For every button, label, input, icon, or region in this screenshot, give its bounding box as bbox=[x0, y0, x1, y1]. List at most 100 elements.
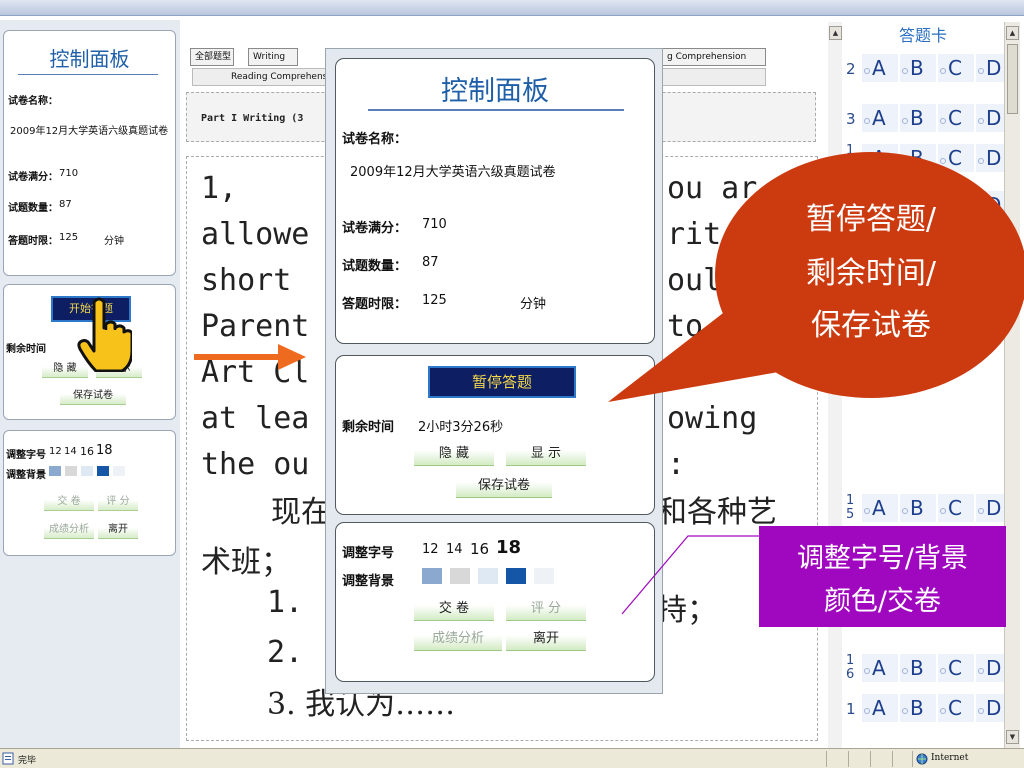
answer-option-c[interactable]: C bbox=[938, 104, 974, 132]
popup-show-button[interactable]: 显 示 bbox=[506, 442, 586, 466]
answer-option-c[interactable]: C bbox=[938, 494, 974, 522]
answer-option-b[interactable]: B bbox=[900, 494, 936, 522]
radio-icon[interactable] bbox=[978, 68, 984, 74]
answer-option-c[interactable]: C bbox=[938, 54, 974, 82]
font-size-12[interactable]: 12 bbox=[49, 446, 62, 457]
bg-swatch-gray[interactable] bbox=[65, 466, 77, 476]
popup-hide-button[interactable]: 隐 藏 bbox=[414, 442, 494, 466]
font-size-16[interactable]: 16 bbox=[80, 445, 94, 458]
popup-bg-swatch-lightblue[interactable] bbox=[478, 568, 498, 584]
answer-option-label: B bbox=[910, 106, 924, 130]
tab-all-types[interactable]: 全部题型 bbox=[190, 48, 234, 66]
radio-icon[interactable] bbox=[978, 708, 984, 714]
time-limit-label: 答题时限： bbox=[8, 236, 58, 247]
font-size-18[interactable]: 18 bbox=[96, 443, 113, 458]
answer-option-label: A bbox=[872, 106, 886, 130]
radio-icon[interactable] bbox=[902, 708, 908, 714]
question-count-label: 试题数量： bbox=[8, 203, 58, 214]
answer-option-b[interactable]: B bbox=[900, 54, 936, 82]
radio-icon[interactable] bbox=[902, 668, 908, 674]
radio-icon[interactable] bbox=[864, 508, 870, 514]
right-arrow-icon bbox=[194, 344, 306, 370]
popup-save-paper-button[interactable]: 保存试卷 bbox=[456, 474, 552, 498]
paper-name: 2009年12月大学英语六级真题试卷 bbox=[10, 126, 169, 137]
popup-title: 控制面板 bbox=[441, 76, 549, 107]
leave-button[interactable]: 离开 bbox=[98, 521, 138, 539]
answer-row-number: 1 bbox=[846, 493, 855, 508]
pause-answer-button[interactable]: 暂停答题 bbox=[428, 366, 576, 398]
answer-option-b[interactable]: B bbox=[900, 654, 936, 682]
radio-icon[interactable] bbox=[864, 68, 870, 74]
popup-bg-swatch-blue[interactable] bbox=[422, 568, 442, 584]
popup-font-size-12[interactable]: 12 bbox=[422, 542, 439, 557]
radio-icon[interactable] bbox=[902, 118, 908, 124]
answer-option-d[interactable]: D bbox=[976, 54, 1004, 82]
answer-option-d[interactable]: D bbox=[976, 144, 1004, 172]
popup-font-size-18[interactable]: 18 bbox=[496, 537, 521, 558]
answer-option-a[interactable]: A bbox=[862, 54, 898, 82]
popup-analysis-button[interactable]: 成绩分析 bbox=[414, 627, 502, 651]
card-scroll-down-icon[interactable]: ▼ bbox=[1006, 730, 1019, 744]
radio-icon[interactable] bbox=[902, 508, 908, 514]
radio-icon[interactable] bbox=[902, 68, 908, 74]
popup-leave-button[interactable]: 离开 bbox=[506, 627, 586, 651]
status-divider bbox=[848, 751, 849, 767]
bg-swatch-blue[interactable] bbox=[49, 466, 61, 476]
popup-bg-swatch-darkblue[interactable] bbox=[506, 568, 526, 584]
answer-option-a[interactable]: A bbox=[862, 104, 898, 132]
essay-line-2-right: rit bbox=[667, 217, 722, 252]
radio-icon[interactable] bbox=[978, 118, 984, 124]
popup-title-divider bbox=[368, 109, 624, 111]
bg-swatch-white[interactable] bbox=[113, 466, 125, 476]
popup-font-size-16[interactable]: 16 bbox=[470, 540, 489, 558]
analysis-button[interactable]: 成绩分析 bbox=[44, 521, 94, 539]
radio-icon[interactable] bbox=[940, 508, 946, 514]
essay-line-7-right: : bbox=[667, 447, 686, 482]
answer-option-a[interactable]: A bbox=[862, 494, 898, 522]
answer-option-b[interactable]: B bbox=[900, 694, 936, 722]
answer-option-a[interactable]: A bbox=[862, 654, 898, 682]
font-size-14[interactable]: 14 bbox=[64, 446, 77, 457]
popup-font-size-14[interactable]: 14 bbox=[446, 542, 463, 557]
radio-icon[interactable] bbox=[940, 158, 946, 164]
submit-button[interactable]: 交 卷 bbox=[44, 493, 94, 511]
answer-option-c[interactable]: C bbox=[938, 694, 974, 722]
card-scroll-thumb[interactable] bbox=[1007, 44, 1018, 114]
radio-icon[interactable] bbox=[978, 158, 984, 164]
answer-row: 3ABCD bbox=[842, 100, 1004, 136]
answer-option-d[interactable]: D bbox=[976, 654, 1004, 682]
answer-card-scrollbar[interactable]: ▲ ▼ bbox=[1004, 22, 1020, 748]
essay-line-3: short bbox=[201, 263, 292, 298]
answer-row-number: 1 bbox=[846, 700, 856, 718]
radio-icon[interactable] bbox=[864, 668, 870, 674]
answer-option-d[interactable]: D bbox=[976, 694, 1004, 722]
answer-option-c[interactable]: C bbox=[938, 654, 974, 682]
bg-swatch-lightblue[interactable] bbox=[81, 466, 93, 476]
popup-score-button[interactable]: 评 分 bbox=[506, 597, 586, 621]
tab-writing[interactable]: Writing bbox=[248, 48, 298, 66]
score-button[interactable]: 评 分 bbox=[98, 493, 138, 511]
radio-icon[interactable] bbox=[978, 668, 984, 674]
bubble-line-3: 保存试卷 bbox=[811, 308, 931, 343]
radio-icon[interactable] bbox=[864, 118, 870, 124]
popup-bg-swatch-white[interactable] bbox=[534, 568, 554, 584]
answer-option-b[interactable]: B bbox=[900, 104, 936, 132]
answer-option-d[interactable]: D bbox=[976, 494, 1004, 522]
status-divider bbox=[892, 751, 893, 767]
bg-swatch-darkblue[interactable] bbox=[97, 466, 109, 476]
popup-submit-button[interactable]: 交 卷 bbox=[414, 597, 494, 621]
tab-reading-comprehension[interactable]: g Comprehension bbox=[662, 48, 766, 66]
radio-icon[interactable] bbox=[940, 668, 946, 674]
save-paper-button[interactable]: 保存试卷 bbox=[60, 387, 126, 405]
scroll-up-icon[interactable]: ▲ bbox=[829, 26, 842, 40]
answer-option-label: C bbox=[948, 496, 962, 520]
card-scroll-up-icon[interactable]: ▲ bbox=[1006, 26, 1019, 40]
radio-icon[interactable] bbox=[978, 508, 984, 514]
answer-option-d[interactable]: D bbox=[976, 104, 1004, 132]
answer-option-a[interactable]: A bbox=[862, 694, 898, 722]
radio-icon[interactable] bbox=[940, 708, 946, 714]
radio-icon[interactable] bbox=[864, 708, 870, 714]
radio-icon[interactable] bbox=[940, 68, 946, 74]
radio-icon[interactable] bbox=[940, 118, 946, 124]
popup-bg-swatch-gray[interactable] bbox=[450, 568, 470, 584]
